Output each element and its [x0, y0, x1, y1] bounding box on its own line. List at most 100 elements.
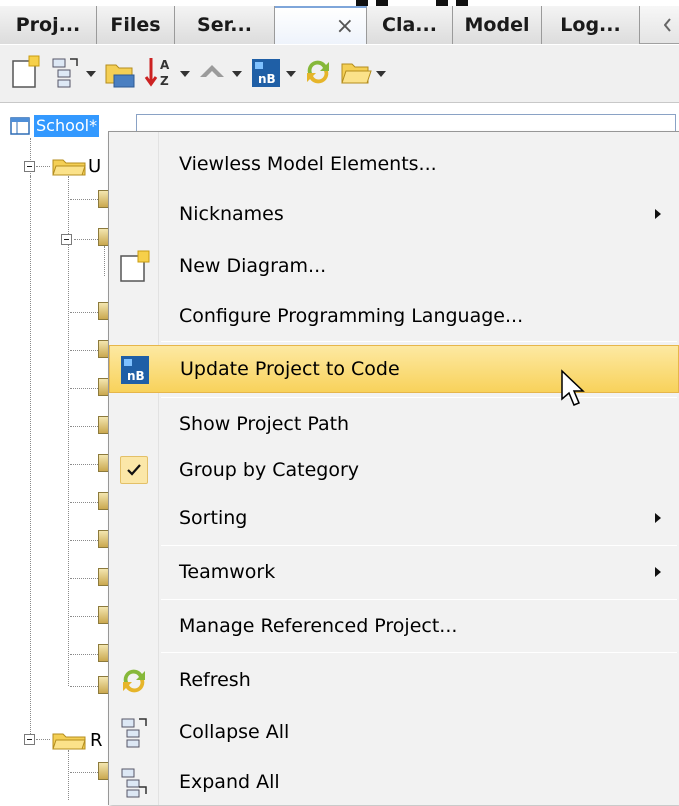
menu-item-label: Nicknames — [179, 203, 284, 225]
collapse-icon[interactable] — [24, 734, 35, 745]
menu-item-label: New Diagram... — [179, 255, 327, 277]
tab-label: Proj... — [15, 14, 81, 36]
tree-guide — [70, 502, 98, 503]
collapse-tree-icon[interactable] — [50, 55, 82, 89]
tree-guide — [70, 686, 98, 687]
tab-scroll-icon[interactable] — [664, 18, 672, 32]
tree-guide — [36, 166, 50, 167]
dropdown-arrow-icon[interactable] — [286, 71, 296, 77]
svg-text:Z: Z — [160, 74, 169, 88]
open-project-icon[interactable] — [104, 55, 136, 89]
tab-model[interactable]: Model — [453, 6, 542, 44]
update-code-icon[interactable]: nB — [250, 55, 282, 89]
menu-item-collapse-all[interactable]: Collapse All — [109, 708, 679, 756]
collapse-icon[interactable] — [61, 234, 72, 245]
tree-guide — [70, 772, 98, 773]
menu-separator — [161, 341, 677, 342]
new-diagram-icon[interactable] — [10, 55, 42, 89]
folder-icon — [52, 159, 86, 176]
tree-guide — [68, 750, 69, 800]
tab-label: Log... — [560, 14, 621, 36]
menu-item-label: Manage Referenced Project... — [179, 615, 458, 637]
menu-separator — [161, 545, 677, 546]
tree-guide — [70, 654, 98, 655]
menu-item-label: Refresh — [179, 669, 251, 691]
tree-guide — [70, 578, 98, 579]
menu-item-refresh[interactable]: Refresh — [109, 656, 679, 704]
tree-item-label: R — [90, 730, 103, 751]
submenu-arrow-icon — [655, 209, 661, 219]
context-menu: Viewless Model Elements... Nicknames New… — [108, 131, 679, 805]
menu-item-expand-all[interactable]: Expand All — [109, 758, 679, 806]
submenu-arrow-icon — [655, 513, 661, 523]
dropdown-arrow-icon[interactable] — [180, 71, 190, 77]
menu-item-label: Expand All — [179, 771, 280, 793]
menu-item-new-diagram[interactable]: New Diagram... — [109, 242, 679, 290]
menu-item-label: Group by Category — [179, 459, 360, 481]
tab-log[interactable]: Log... — [542, 6, 640, 44]
folder-icon — [52, 733, 86, 750]
tree-guide — [70, 464, 98, 465]
tree-guide — [36, 739, 50, 740]
folder-open-icon[interactable] — [340, 55, 372, 89]
menu-item-configure-programming-language[interactable]: Configure Programming Language... — [109, 292, 679, 340]
menu-item-label: Viewless Model Elements... — [179, 153, 437, 175]
tab-label: Files — [110, 14, 161, 36]
menu-item-label: Sorting — [179, 507, 248, 529]
menu-item-teamwork[interactable]: Teamwork — [109, 548, 679, 596]
menu-item-viewless-model-elements[interactable]: Viewless Model Elements... — [109, 140, 679, 188]
menu-item-group-by-category[interactable]: Group by Category — [109, 446, 679, 494]
menu-item-manage-referenced-project[interactable]: Manage Referenced Project... — [109, 602, 679, 650]
menu-item-update-project-to-code[interactable]: nB Update Project to Code — [109, 345, 679, 393]
menu-item-label: Collapse All — [179, 721, 290, 743]
mouse-cursor-icon — [561, 369, 585, 406]
tree-guide — [70, 388, 98, 389]
menu-item-sorting[interactable]: Sorting — [109, 494, 679, 542]
tree-guide — [70, 616, 98, 617]
tree-guide — [70, 312, 98, 313]
menu-separator — [161, 652, 677, 653]
new-diagram-icon — [120, 250, 150, 282]
toolbar: A Z nB — [0, 45, 679, 103]
menu-item-label: Configure Programming Language... — [179, 305, 524, 327]
tab-files[interactable]: Files — [97, 6, 175, 44]
tab-bar: Proj... Files Ser... × Cla... Model Log.… — [0, 6, 679, 44]
refresh-icon[interactable] — [302, 55, 334, 89]
menu-item-label: Update Project to Code — [180, 358, 400, 380]
tree-root-label: School* — [34, 115, 100, 137]
svg-text:nB: nB — [258, 72, 276, 86]
tree-root[interactable]: School* — [10, 114, 100, 138]
collapse-all-icon — [121, 718, 147, 748]
check-mark-icon — [120, 456, 148, 484]
menu-item-nicknames[interactable]: Nicknames — [109, 190, 679, 238]
tab-services[interactable]: Ser... — [175, 6, 275, 44]
collapse-icon[interactable] — [24, 161, 35, 172]
dropdown-arrow-icon[interactable] — [86, 71, 96, 77]
update-code-icon: nB — [121, 356, 149, 384]
svg-text:A: A — [160, 58, 170, 72]
tab-active[interactable]: × — [275, 6, 367, 44]
sort-az-icon[interactable]: A Z — [144, 55, 176, 89]
tab-label: Model — [464, 14, 530, 36]
menu-item-label: Teamwork — [179, 561, 276, 583]
close-icon[interactable]: × — [336, 14, 354, 39]
tree-guide — [30, 176, 31, 736]
tree-guide — [70, 199, 98, 200]
tree-guide — [70, 426, 98, 427]
dropdown-arrow-icon[interactable] — [232, 71, 242, 77]
submenu-arrow-icon — [655, 567, 661, 577]
navigate-up-icon[interactable] — [196, 55, 228, 89]
refresh-icon — [123, 669, 145, 693]
tab-projects[interactable]: Proj... — [0, 6, 97, 44]
project-icon — [10, 117, 30, 135]
tree-guide — [70, 540, 98, 541]
tree-guide — [70, 350, 98, 351]
tab-classes[interactable]: Cla... — [367, 6, 453, 44]
dropdown-arrow-icon[interactable] — [376, 71, 386, 77]
menu-item-show-project-path[interactable]: Show Project Path — [109, 400, 679, 448]
menu-separator — [161, 397, 677, 398]
tree-guide — [104, 246, 105, 276]
tab-label: Ser... — [197, 14, 252, 36]
tab-label: Cla... — [382, 14, 437, 36]
tree-guide — [74, 239, 98, 240]
